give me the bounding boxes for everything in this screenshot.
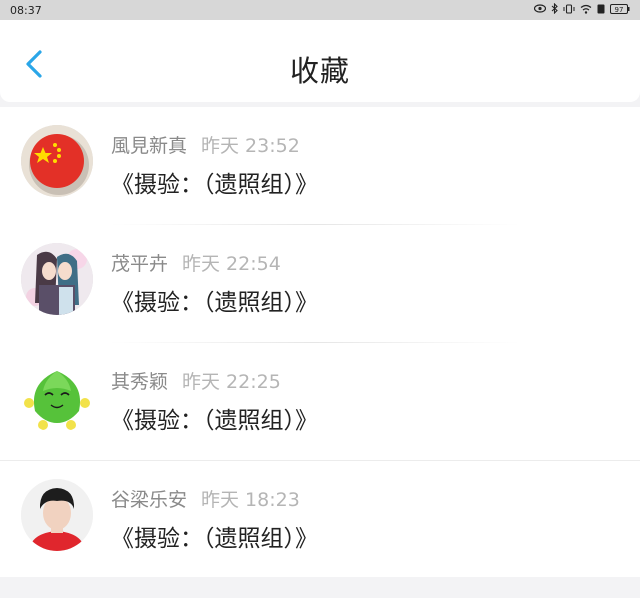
item-name: 茂平卉 [111, 253, 169, 275]
list-footer [0, 577, 640, 598]
item-meta: 其秀颖 昨天 22:25 [111, 367, 281, 394]
battery-icon: 97 [610, 3, 630, 17]
avatar[interactable] [21, 361, 93, 433]
status-bar: 08:37 97 [0, 0, 640, 20]
item-meta: 茂平卉 昨天 22:54 [111, 249, 281, 276]
page-title: 收藏 [289, 54, 350, 88]
eye-icon [533, 4, 547, 16]
item-name: 其秀颖 [111, 371, 169, 393]
anime-couple-avatar-icon [21, 243, 93, 315]
header-bar: 收藏 [0, 20, 640, 102]
item-name: 谷梁乐安 [111, 489, 188, 511]
avatar[interactable] [21, 125, 93, 197]
flag-avatar-icon [21, 125, 93, 197]
avatar[interactable] [21, 243, 93, 315]
boy-portrait-avatar-icon [21, 479, 93, 551]
status-time: 08:37 [10, 3, 42, 17]
item-name: 風見新真 [111, 135, 188, 157]
list-item[interactable]: 谷梁乐安 昨天 18:23 《摄验：（遗照组）》 [0, 461, 640, 579]
item-time: 昨天 23:52 [201, 135, 300, 157]
favorites-list: 風見新真 昨天 23:52 《摄验：（遗照组）》 茂平卉 昨天 22:54 《摄验：… [0, 107, 640, 579]
item-time: 昨天 22:25 [182, 371, 281, 393]
list-item[interactable]: 其秀颖 昨天 22:25 《摄验：（遗照组）》 [0, 343, 640, 461]
item-message: 《摄验：（遗照组）》 [111, 408, 318, 434]
sim-icon [597, 4, 605, 17]
list-item[interactable]: 風見新真 昨天 23:52 《摄验：（遗照组）》 [0, 107, 640, 225]
item-meta: 谷梁乐安 昨天 18:23 [111, 485, 300, 512]
avatar[interactable] [21, 479, 93, 551]
wifi-icon [580, 4, 592, 17]
item-message: 《摄验：（遗照组）》 [111, 290, 318, 316]
item-message: 《摄验：（遗照组）》 [111, 172, 318, 198]
green-mascot-avatar-icon [21, 361, 93, 433]
list-item[interactable]: 茂平卉 昨天 22:54 《摄验：（遗照组）》 [0, 225, 640, 343]
item-message: 《摄验：（遗照组）》 [111, 526, 318, 552]
item-time: 昨天 22:54 [182, 253, 281, 275]
item-meta: 風見新真 昨天 23:52 [111, 131, 300, 158]
item-time: 昨天 18:23 [201, 489, 300, 511]
bluetooth-icon [551, 2, 558, 17]
status-icons: 97 [533, 2, 630, 17]
svg-text:97: 97 [615, 6, 624, 14]
vibrate-icon [563, 3, 575, 17]
